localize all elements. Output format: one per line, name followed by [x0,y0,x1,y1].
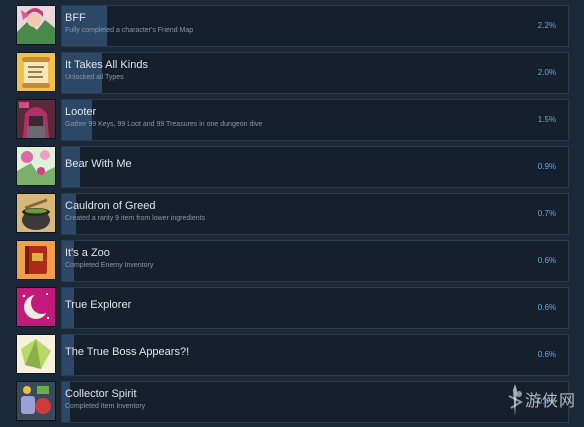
achievement-description: Completed Enemy Inventory [65,262,154,269]
achievement-title: It Takes All Kinds [65,59,148,71]
achievement-title: Collector Spirit [65,388,137,400]
achievement-list: BFF Fully completed a character's Friend… [0,0,584,427]
achievement-title: Cauldron of Greed [65,200,156,212]
achievement-percent: 2.2% [537,21,556,30]
hooded-figure-icon [16,99,56,139]
crescent-moon-icon [16,287,56,327]
achievement-percent: 0.9% [537,162,556,171]
book-icon [16,240,56,280]
achievement-title: Looter [65,106,97,118]
achievement-bar: It Takes All Kinds Unlocked all Types 2.… [61,52,569,94]
achievement-description: Fully completed a character's Friend Map [65,27,194,34]
gem-icon [16,334,56,374]
achievement-description: Unlocked all Types [65,74,124,81]
achievement-title: True Explorer [65,299,132,311]
achievement-row[interactable]: BFF Fully completed a character's Friend… [0,5,584,47]
achievement-row[interactable]: Looter Gather 99 Keys, 99 Loot and 99 Tr… [0,99,584,141]
achievement-row[interactable]: Bear With Me 0.9% [0,146,584,188]
achievement-row[interactable]: Cauldron of Greed Created a rarity 9 ite… [0,193,584,235]
scroll-icon [16,52,56,92]
character-portrait-icon [16,5,56,45]
achievement-row[interactable]: It Takes All Kinds Unlocked all Types 2.… [0,52,584,94]
achievement-percent: 0.6% [537,350,556,359]
blossom-icon [16,146,56,186]
achievement-bar: Looter Gather 99 Keys, 99 Loot and 99 Tr… [61,99,569,141]
achievement-bar: It's a Zoo Completed Enemy Inventory 0.6… [61,240,569,282]
achievement-title: It's a Zoo [65,247,110,259]
achievement-description: Completed Item Inventory [65,403,146,410]
item-collection-icon [16,381,56,421]
swordsman-watermark-icon [508,384,524,416]
achievement-title: The True Boss Appears?! [65,346,190,358]
achievement-row[interactable]: It's a Zoo Completed Enemy Inventory 0.6… [0,240,584,282]
achievement-percent: 2.0% [537,68,556,77]
achievement-title: BFF [65,12,86,24]
achievement-bar: Bear With Me 0.9% [61,146,569,188]
cauldron-icon [16,193,56,233]
achievement-description: Created a rarity 9 item from lower ingre… [65,215,206,222]
site-watermark: 游侠网 [505,380,581,420]
achievement-bar: Collector Spirit Completed Item Inventor… [61,381,569,423]
achievement-row[interactable]: Collector Spirit Completed Item Inventor… [0,381,584,423]
achievement-bar: Cauldron of Greed Created a rarity 9 ite… [61,193,569,235]
achievement-title: Bear With Me [65,158,132,170]
achievement-bar: The True Boss Appears?! 0.6% [61,334,569,376]
achievement-description: Gather 99 Keys, 99 Loot and 99 Treasures… [65,121,263,128]
achievement-percent: 0.7% [537,209,556,218]
achievement-percent: 0.6% [537,303,556,312]
watermark-text: 游侠网 [525,391,577,410]
achievement-percent: 0.6% [537,256,556,265]
achievement-row[interactable]: The True Boss Appears?! 0.6% [0,334,584,376]
achievement-row[interactable]: True Explorer 0.6% [0,287,584,329]
achievement-bar: BFF Fully completed a character's Friend… [61,5,569,47]
achievement-bar: True Explorer 0.6% [61,287,569,329]
achievement-percent: 1.5% [537,115,556,124]
